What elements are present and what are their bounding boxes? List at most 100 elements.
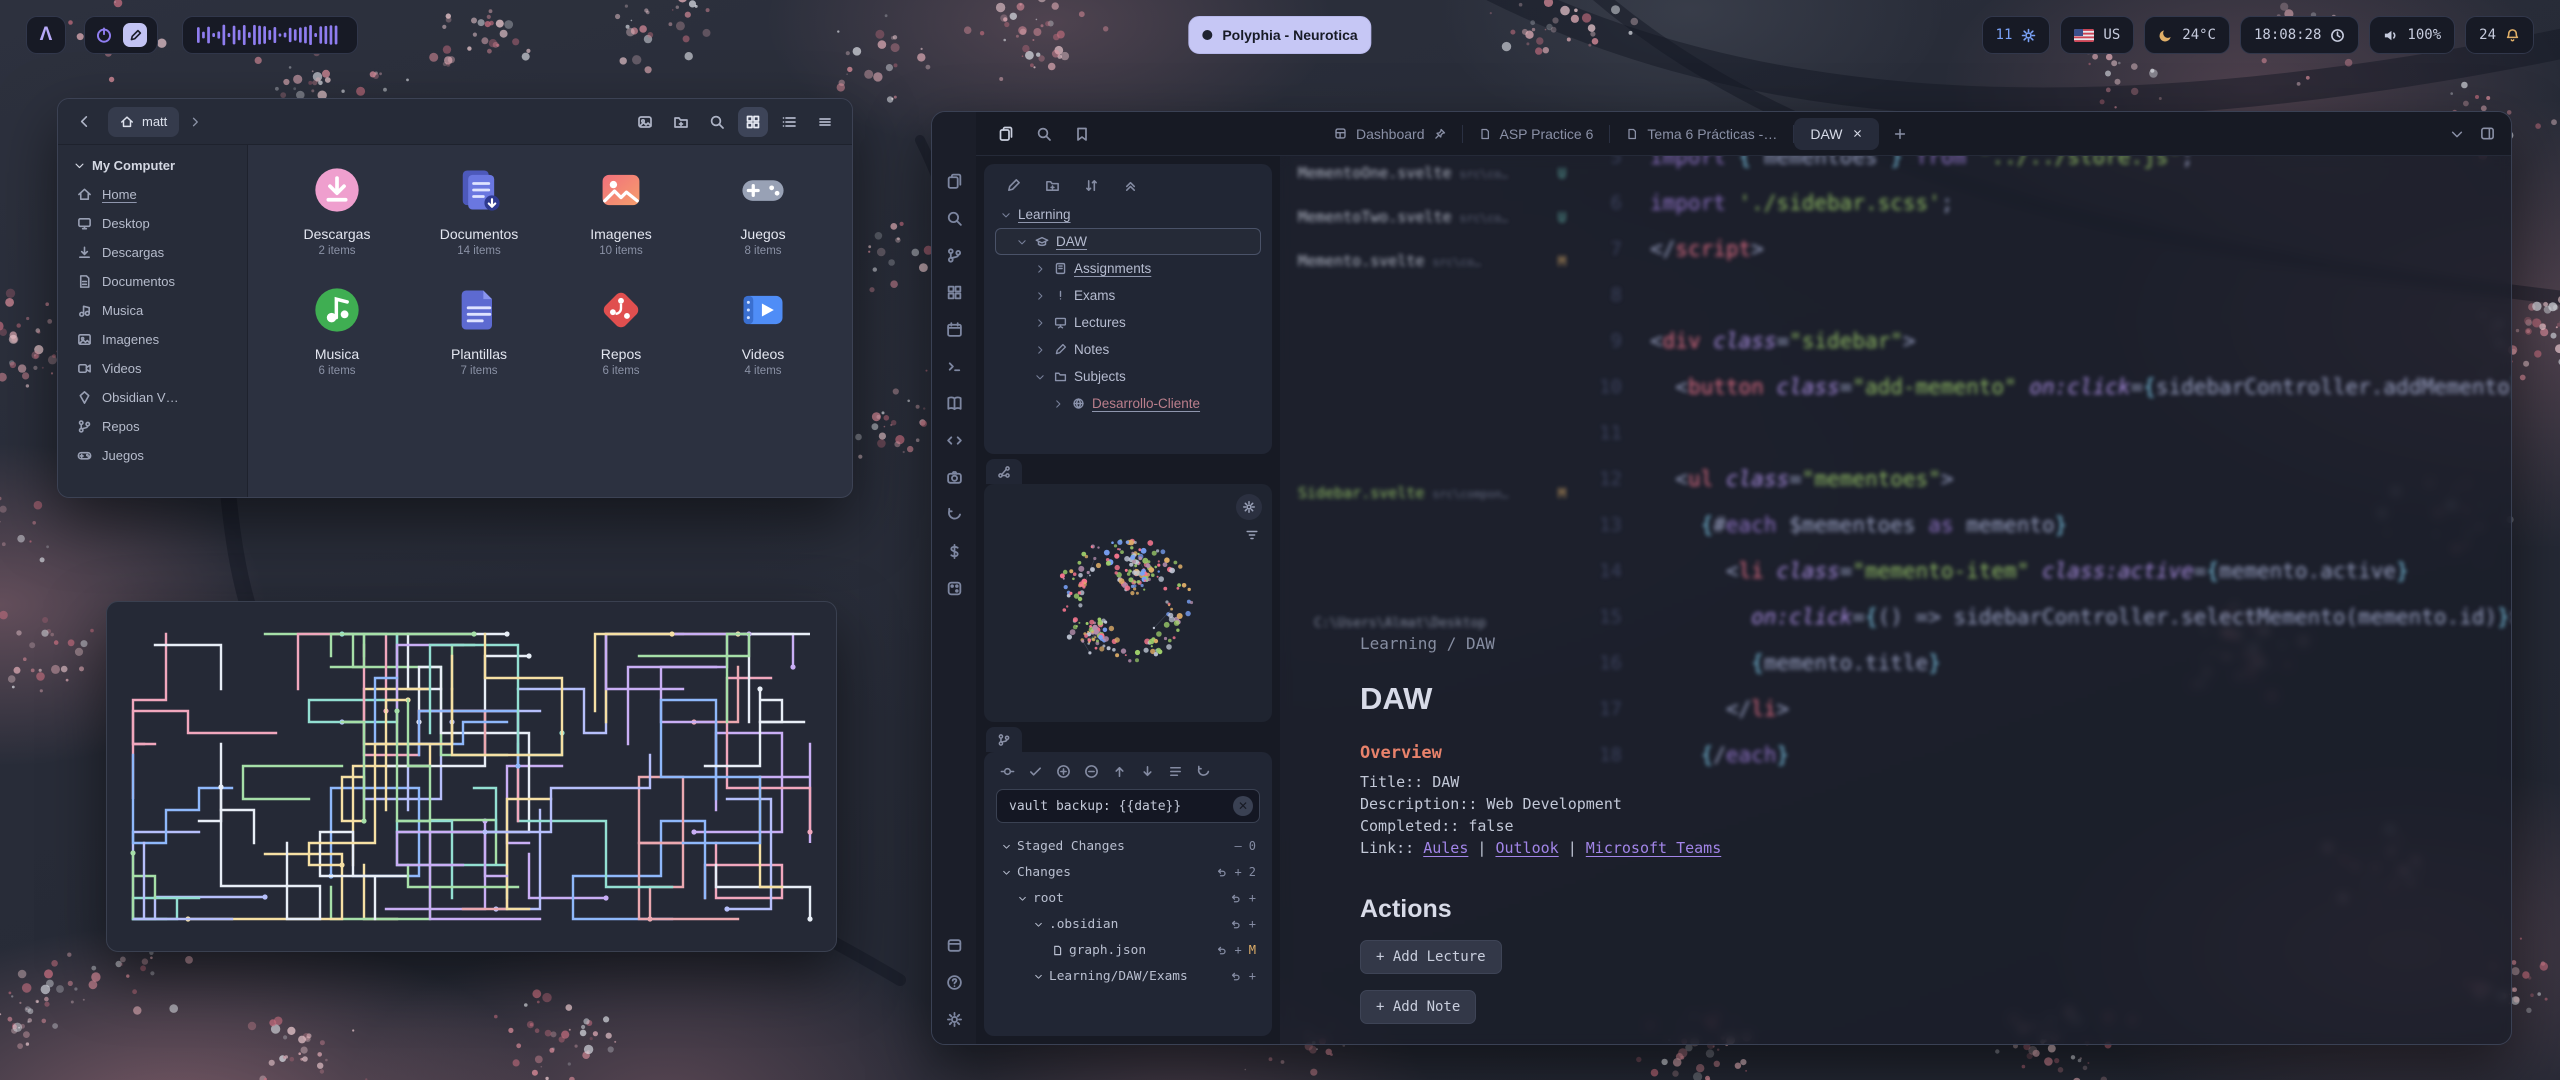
discard-undo-icon[interactable] bbox=[1230, 918, 1242, 930]
camera-icon[interactable] bbox=[943, 466, 965, 488]
clear-message-icon[interactable]: ✕ bbox=[1233, 796, 1253, 816]
settings-gear-icon[interactable] bbox=[943, 1008, 965, 1030]
folder-repos[interactable]: Repos6 items bbox=[550, 281, 692, 377]
book-icon[interactable] bbox=[943, 392, 965, 414]
tree-item-learning[interactable]: Learning bbox=[990, 201, 1266, 228]
tab-tema6[interactable]: Tema 6 Prácticas -… bbox=[1610, 118, 1793, 150]
check-icon[interactable] bbox=[1028, 764, 1043, 779]
unstage-dash-icon[interactable]: — bbox=[1235, 839, 1242, 853]
stage-plus-icon[interactable]: + bbox=[1235, 865, 1242, 879]
pull-icon[interactable] bbox=[1140, 764, 1155, 779]
search-icon[interactable] bbox=[943, 207, 965, 229]
terminal-icon[interactable] bbox=[943, 355, 965, 377]
folder-plantillas[interactable]: Plantillas7 items bbox=[408, 281, 550, 377]
list-view-button[interactable] bbox=[774, 107, 804, 137]
power-icon[interactable] bbox=[95, 26, 113, 44]
discard-undo-icon[interactable] bbox=[1230, 970, 1242, 982]
tree-item-notes[interactable]: Notes bbox=[990, 336, 1266, 363]
graph-view-tab-icon[interactable] bbox=[986, 459, 1022, 484]
calendar-icon[interactable] bbox=[943, 318, 965, 340]
dice-icon[interactable] bbox=[943, 577, 965, 599]
tab-daw[interactable]: DAW bbox=[1794, 118, 1878, 150]
clock-indicator[interactable]: 18:08:28 bbox=[2240, 16, 2359, 54]
code-icon[interactable] bbox=[943, 429, 965, 451]
commit-message-input[interactable] bbox=[996, 789, 1260, 823]
folder-musica[interactable]: Musica6 items bbox=[266, 281, 408, 377]
media-player-widget[interactable]: Polyphia - Neurotica bbox=[1188, 16, 1371, 54]
folder-imagenes[interactable]: Imagenes10 items bbox=[550, 161, 692, 257]
new-folder-icon[interactable] bbox=[1045, 178, 1060, 193]
git-row-graph-json[interactable]: graph.json + M bbox=[994, 937, 1262, 963]
tree-item-daw[interactable]: DAW bbox=[995, 228, 1261, 255]
keyboard-layout-indicator[interactable]: US bbox=[2060, 16, 2134, 54]
sidebar-item-descargas[interactable]: Descargas bbox=[66, 238, 239, 267]
bookmark-tab-icon[interactable] bbox=[1074, 126, 1090, 142]
add-note-button[interactable]: + Add Note bbox=[1360, 990, 1476, 1024]
folder-descargas[interactable]: Descargas2 items bbox=[266, 161, 408, 257]
updates-indicator[interactable]: 11 bbox=[1982, 16, 2051, 54]
stage-plus-icon[interactable]: + bbox=[1249, 917, 1256, 931]
search-button[interactable] bbox=[702, 107, 732, 137]
new-note-icon[interactable] bbox=[1006, 178, 1021, 193]
discard-undo-icon[interactable] bbox=[1216, 944, 1228, 956]
tab-dashboard[interactable]: Dashboard bbox=[1318, 118, 1462, 150]
back-button[interactable] bbox=[70, 108, 98, 136]
launcher-button[interactable]: Λ bbox=[26, 16, 66, 54]
layout-grid-icon[interactable] bbox=[943, 281, 965, 303]
weather-indicator[interactable]: 24°C bbox=[2144, 16, 2230, 54]
search-tab-icon[interactable] bbox=[1036, 126, 1052, 142]
link-outlook[interactable]: Outlook bbox=[1495, 839, 1558, 857]
graph-settings-gear-icon[interactable] bbox=[1236, 494, 1262, 520]
link-aules[interactable]: Aules bbox=[1423, 839, 1468, 857]
git-row-changes[interactable]: Changes + 2 bbox=[994, 859, 1262, 885]
git-row-staged[interactable]: Staged Changes —0 bbox=[994, 833, 1262, 859]
help-icon[interactable] bbox=[943, 971, 965, 993]
graph-filter-icon[interactable] bbox=[1245, 528, 1259, 542]
volume-indicator[interactable]: 100% bbox=[2369, 16, 2455, 54]
chevron-down-icon[interactable] bbox=[2450, 127, 2464, 141]
sidebar-item-videos[interactable]: Videos bbox=[66, 354, 239, 383]
thumbnails-button[interactable] bbox=[630, 107, 660, 137]
breadcrumb[interactable]: matt bbox=[108, 107, 179, 137]
git-row-learning-daw-exams[interactable]: Learning/DAW/Exams + bbox=[994, 963, 1262, 989]
sidebar-item-juegos[interactable]: Juegos bbox=[66, 441, 239, 470]
discard-undo-icon[interactable] bbox=[1230, 892, 1242, 904]
explorer-tab-icon[interactable] bbox=[998, 126, 1014, 142]
close-icon[interactable] bbox=[1852, 128, 1863, 139]
unstage-all-minus-icon[interactable] bbox=[1084, 764, 1099, 779]
sidebar-item-imagenes[interactable]: Imagenes bbox=[66, 325, 239, 354]
tree-item-exams[interactable]: Exams bbox=[990, 282, 1266, 309]
add-lecture-button[interactable]: + Add Lecture bbox=[1360, 940, 1502, 974]
new-tab-button[interactable] bbox=[1893, 127, 1907, 141]
sidebar-item-home[interactable]: Home bbox=[66, 180, 239, 209]
tree-item-assignments[interactable]: Assignments bbox=[990, 255, 1266, 282]
stage-plus-icon[interactable]: + bbox=[1249, 969, 1256, 983]
folder-videos[interactable]: Videos4 items bbox=[692, 281, 834, 377]
sort-icon[interactable] bbox=[1084, 178, 1099, 193]
sidebar-item-obsidian-vault[interactable]: Obsidian V… bbox=[66, 383, 239, 412]
stage-plus-icon[interactable]: + bbox=[1249, 891, 1256, 905]
new-folder-button[interactable] bbox=[666, 107, 696, 137]
sidebar-section-header[interactable]: My Computer bbox=[66, 155, 239, 180]
git-view-tab-icon[interactable] bbox=[986, 727, 1022, 752]
right-sidebar-toggle-icon[interactable] bbox=[2480, 126, 2495, 141]
sidebar-item-documentos[interactable]: Documentos bbox=[66, 267, 239, 296]
git-row-obsidian-dir[interactable]: .obsidian + bbox=[994, 911, 1262, 937]
sync-icon[interactable] bbox=[943, 503, 965, 525]
git-row-root[interactable]: root + bbox=[994, 885, 1262, 911]
tab-asp-practice[interactable]: ASP Practice 6 bbox=[1463, 118, 1610, 150]
git-branch-icon[interactable] bbox=[943, 244, 965, 266]
stage-plus-icon[interactable]: + bbox=[1235, 943, 1242, 957]
folder-documentos[interactable]: Documentos14 items bbox=[408, 161, 550, 257]
graph-view-pane[interactable] bbox=[984, 484, 1272, 722]
commit-icon[interactable] bbox=[1000, 764, 1015, 779]
change-list-icon[interactable] bbox=[1168, 764, 1183, 779]
editor-main-area[interactable]: MementoOne.sveltesrc\co…U MementoTwo.sve… bbox=[1280, 156, 2511, 1044]
notifications-indicator[interactable]: 24 bbox=[2465, 16, 2534, 54]
vault-switcher-icon[interactable] bbox=[943, 934, 965, 956]
grid-view-button[interactable] bbox=[738, 107, 768, 137]
tree-item-subjects[interactable]: Subjects bbox=[990, 363, 1266, 390]
stage-all-plus-icon[interactable] bbox=[1056, 764, 1071, 779]
notes-app-icon[interactable] bbox=[123, 23, 147, 47]
discard-undo-icon[interactable] bbox=[1216, 866, 1228, 878]
